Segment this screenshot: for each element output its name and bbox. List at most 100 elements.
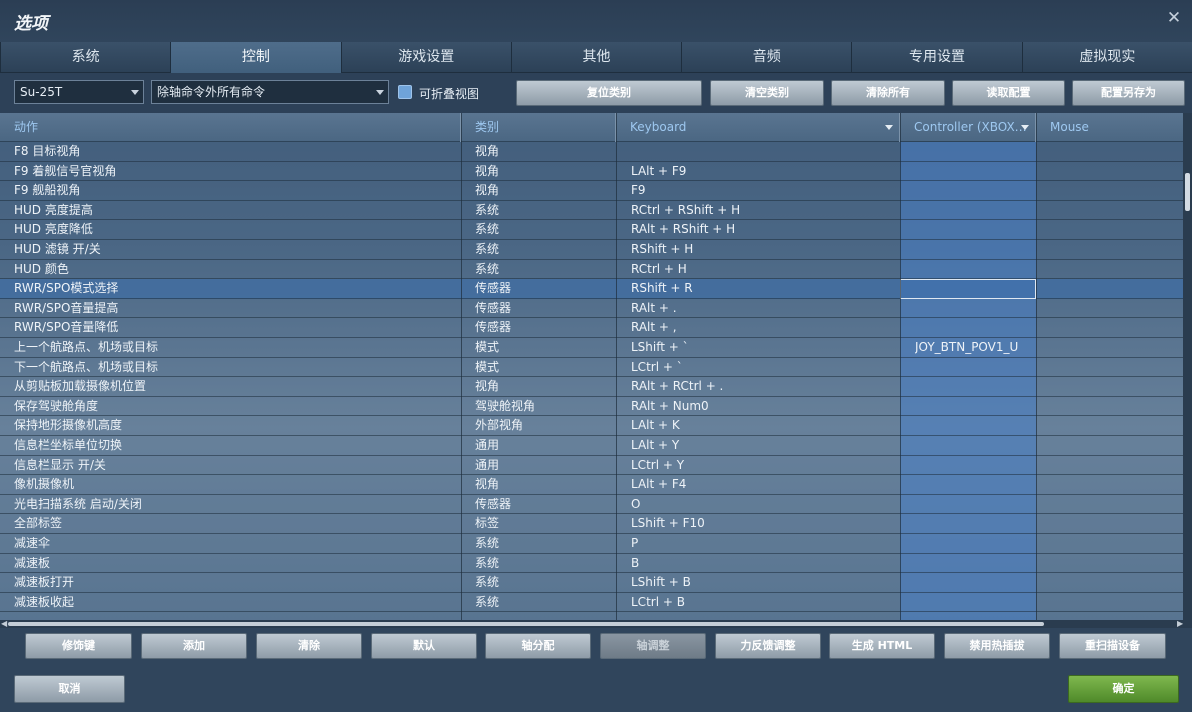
table-row[interactable]: 保存驾驶舱角度 驾驶舱视角 RAlt + Num0: [0, 397, 1183, 417]
cell-mouse[interactable]: [1051, 162, 1181, 181]
cell-mouse[interactable]: [1051, 436, 1181, 455]
cell-keyboard[interactable]: RCtrl + H: [631, 260, 896, 279]
clear-category-button[interactable]: 清空类别: [710, 80, 824, 106]
chevron-down-icon[interactable]: [1021, 125, 1029, 130]
cell-mouse[interactable]: [1051, 495, 1181, 514]
cell-keyboard[interactable]: LAlt + F9: [631, 162, 896, 181]
cell-mouse[interactable]: [1051, 416, 1181, 435]
cell-controller[interactable]: [915, 240, 1033, 259]
cell-keyboard[interactable]: LCtrl + B: [631, 593, 896, 612]
cancel-button[interactable]: 取消: [14, 675, 125, 703]
horizontal-scrollbar[interactable]: ◀ ▶: [0, 620, 1192, 628]
axis-assign-button[interactable]: 轴分配: [485, 633, 591, 659]
cell-mouse[interactable]: [1051, 279, 1181, 298]
scroll-right-icon[interactable]: ▶: [1177, 620, 1183, 628]
column-header-mouse[interactable]: Mouse: [1036, 113, 1183, 142]
clear-button[interactable]: 清除: [256, 633, 362, 659]
chevron-down-icon[interactable]: [885, 125, 893, 130]
default-button[interactable]: 默认: [371, 633, 477, 659]
cell-keyboard[interactable]: F9: [631, 181, 896, 200]
column-header-controller[interactable]: Controller (XBOX…: [900, 113, 1036, 142]
column-header-keyboard[interactable]: Keyboard: [616, 113, 900, 142]
cell-controller[interactable]: [915, 534, 1033, 553]
cell-mouse[interactable]: [1051, 397, 1181, 416]
cell-mouse[interactable]: [1051, 554, 1181, 573]
cell-controller[interactable]: [915, 475, 1033, 494]
cell-keyboard[interactable]: LShift + F10: [631, 514, 896, 533]
cell-mouse[interactable]: [1051, 377, 1181, 396]
table-row[interactable]: 保持地形摄像机高度 外部视角 LAlt + K: [0, 416, 1183, 436]
ok-button[interactable]: 确定: [1068, 675, 1179, 703]
tab-vr[interactable]: 虚拟现实: [1021, 42, 1192, 73]
table-row[interactable]: RWR/SPO音量降低 传感器 RAlt + ,: [0, 318, 1183, 338]
cell-keyboard[interactable]: RAlt + .: [631, 299, 896, 318]
cell-keyboard[interactable]: RAlt + Num0: [631, 397, 896, 416]
cell-mouse[interactable]: [1051, 593, 1181, 612]
column-header-category[interactable]: 类别: [461, 113, 616, 142]
tab-audio[interactable]: 音频: [681, 42, 852, 73]
cell-keyboard[interactable]: LShift + B: [631, 573, 896, 592]
cell-keyboard[interactable]: RShift + H: [631, 240, 896, 259]
cell-mouse[interactable]: [1051, 358, 1181, 377]
cell-keyboard[interactable]: P: [631, 534, 896, 553]
cell-mouse[interactable]: [1051, 456, 1181, 475]
cell-keyboard[interactable]: LAlt + F4: [631, 475, 896, 494]
tab-gameplay[interactable]: 游戏设置: [340, 42, 511, 73]
table-row[interactable]: HUD 亮度降低 系统 RAlt + RShift + H: [0, 220, 1183, 240]
cell-mouse[interactable]: [1051, 181, 1181, 200]
load-profile-button[interactable]: 读取配置: [952, 80, 1065, 106]
table-row[interactable]: F9 着舰信号官视角 视角 LAlt + F9: [0, 162, 1183, 182]
table-row[interactable]: 全部标签 标签 LShift + F10: [0, 514, 1183, 534]
vertical-scrollbar[interactable]: [1183, 113, 1192, 620]
cell-keyboard[interactable]: B: [631, 554, 896, 573]
axis-tune-button[interactable]: 轴调整: [600, 633, 706, 659]
cell-controller[interactable]: [915, 162, 1033, 181]
make-html-button[interactable]: 生成 HTML: [829, 633, 935, 659]
cell-mouse[interactable]: [1051, 260, 1181, 279]
collapsible-view-checkbox[interactable]: [398, 85, 412, 99]
column-header-action[interactable]: 动作: [0, 113, 461, 142]
scroll-left-icon[interactable]: ◀: [1, 620, 7, 628]
cell-controller[interactable]: [915, 181, 1033, 200]
cell-controller[interactable]: [915, 142, 1033, 161]
table-row[interactable]: 信息栏显示 开/关 通用 LCtrl + Y: [0, 456, 1183, 476]
cell-controller[interactable]: [915, 416, 1033, 435]
cell-mouse[interactable]: [1051, 318, 1181, 337]
tab-misc[interactable]: 其他: [510, 42, 682, 73]
cell-mouse[interactable]: [1051, 514, 1181, 533]
cell-controller[interactable]: [915, 220, 1033, 239]
cell-keyboard[interactable]: RShift + R: [631, 279, 896, 298]
cell-controller[interactable]: [915, 573, 1033, 592]
cell-controller[interactable]: [915, 554, 1033, 573]
cell-mouse[interactable]: [1051, 220, 1181, 239]
cell-controller[interactable]: [915, 456, 1033, 475]
tab-controls[interactable]: 控制: [170, 42, 341, 73]
table-row[interactable]: HUD 亮度提高 系统 RCtrl + RShift + H: [0, 201, 1183, 221]
cell-controller[interactable]: [915, 436, 1033, 455]
cell-mouse[interactable]: [1051, 475, 1181, 494]
table-row[interactable]: 光电扫描系统 启动/关闭 传感器 O: [0, 495, 1183, 515]
table-row[interactable]: F9 舰船视角 视角 F9: [0, 181, 1183, 201]
table-row[interactable]: HUD 滤镜 开/关 系统 RShift + H: [0, 240, 1183, 260]
cell-mouse[interactable]: [1051, 573, 1181, 592]
table-row[interactable]: 减速板 系统 B: [0, 554, 1183, 574]
table-row[interactable]: 上一个航路点、机场或目标 模式 LShift + ` JOY_BTN_POV1_U: [0, 338, 1183, 358]
save-profile-as-button[interactable]: 配置另存为: [1072, 80, 1185, 106]
table-row[interactable]: 信息栏坐标单位切换 通用 LAlt + Y: [0, 436, 1183, 456]
cell-keyboard[interactable]: O: [631, 495, 896, 514]
clear-all-button[interactable]: 清除所有: [831, 80, 945, 106]
cell-mouse[interactable]: [1051, 142, 1181, 161]
cell-mouse[interactable]: [1051, 240, 1181, 259]
cell-controller[interactable]: [915, 377, 1033, 396]
cell-keyboard[interactable]: RAlt + RShift + H: [631, 220, 896, 239]
vertical-scroll-thumb[interactable]: [1185, 173, 1190, 211]
table-row[interactable]: 减速板收起 系统 LCtrl + B: [0, 593, 1183, 613]
cell-mouse[interactable]: [1051, 299, 1181, 318]
cell-keyboard[interactable]: LCtrl + Y: [631, 456, 896, 475]
cell-controller[interactable]: [915, 514, 1033, 533]
command-filter-select[interactable]: 除轴命令外所有命令: [151, 80, 389, 104]
table-row[interactable]: RWR/SPO音量提高 传感器 RAlt + .: [0, 299, 1183, 319]
table-row[interactable]: F8 目标视角 视角: [0, 142, 1183, 162]
table-row[interactable]: 下一个航路点、机场或目标 模式 LCtrl + `: [0, 358, 1183, 378]
cell-controller[interactable]: [915, 397, 1033, 416]
